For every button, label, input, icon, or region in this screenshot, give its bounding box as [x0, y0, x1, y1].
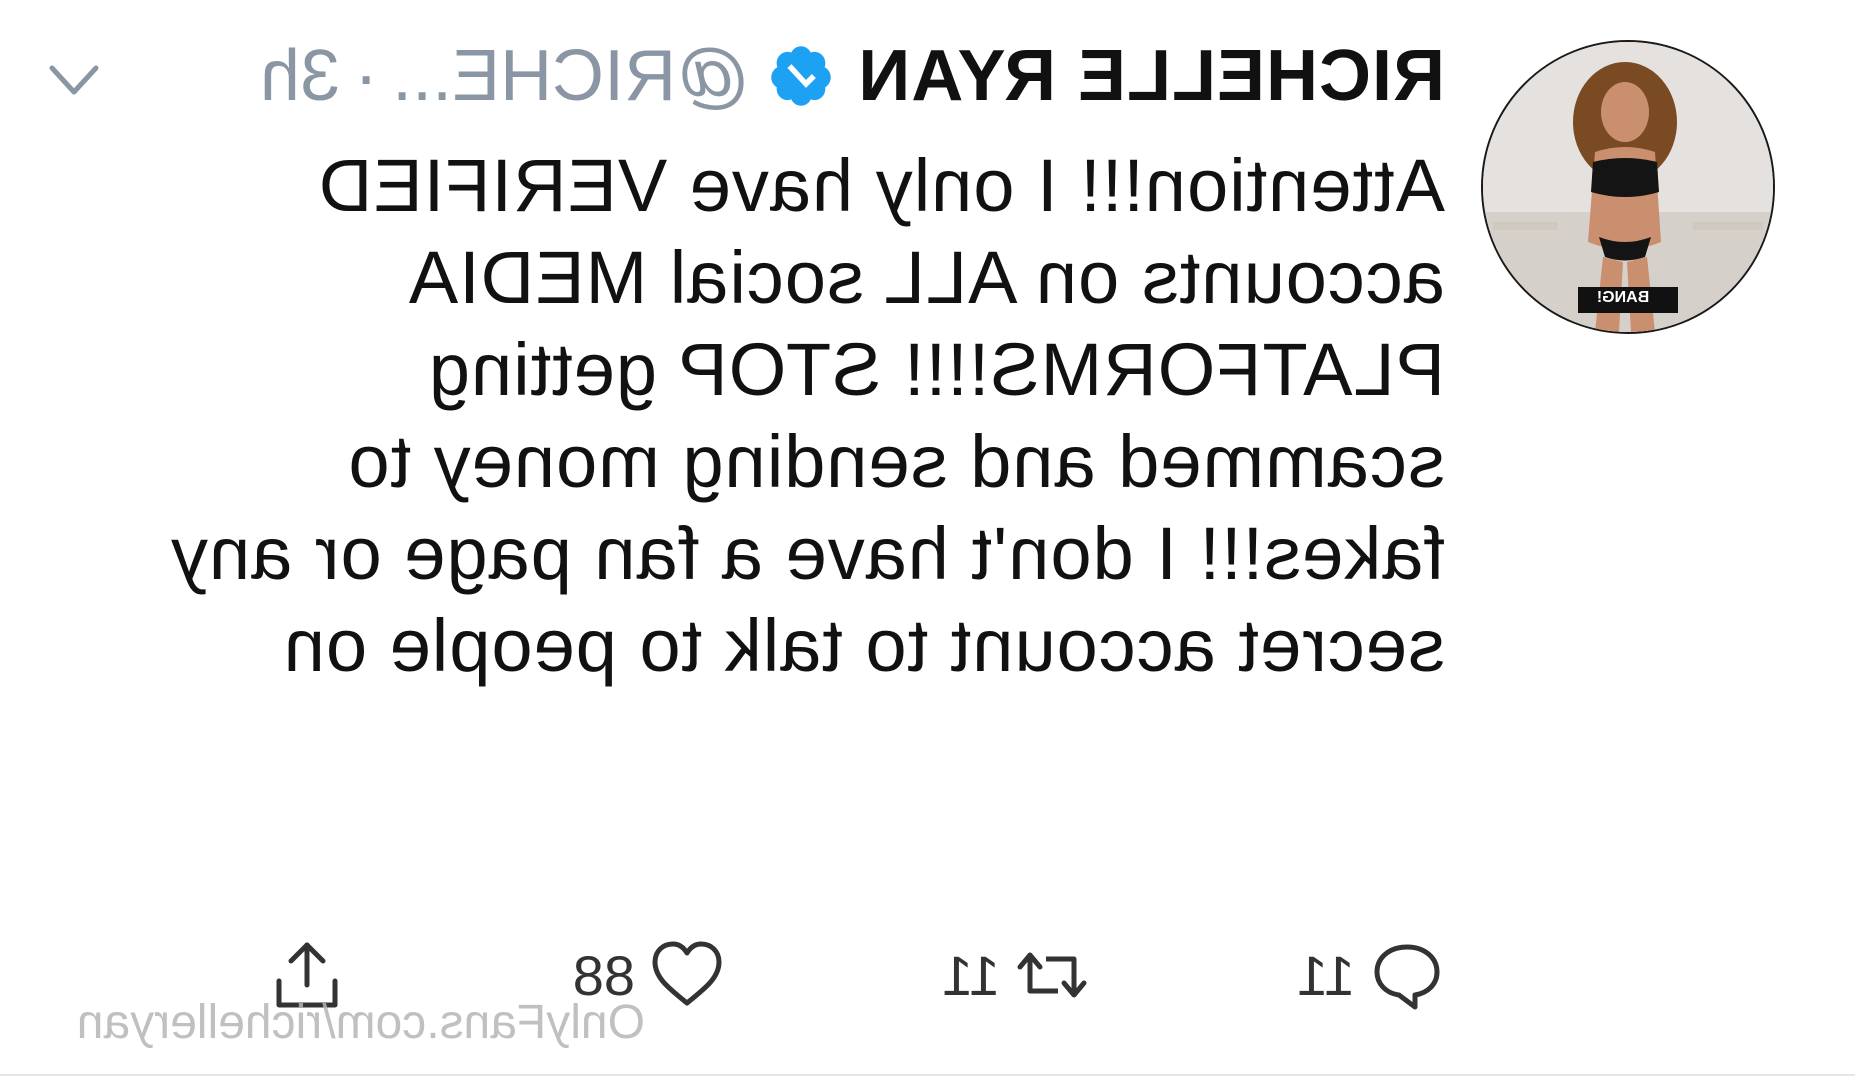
reply-icon: [1369, 937, 1445, 1013]
retweet-icon: [1014, 937, 1090, 1013]
heart-icon: [649, 937, 725, 1013]
tweet-text: Attention!!! I only have VERIFIED accoun…: [148, 144, 1445, 687]
retweet-button[interactable]: 11: [942, 935, 1090, 1015]
meta-separator: ·: [354, 36, 379, 116]
retweet-count: 11: [941, 943, 1000, 1007]
reply-count: 11: [1296, 943, 1355, 1007]
tweet-header: RICHELLE RYAN @RICHE... · 3h: [260, 36, 1445, 116]
mirrored-tweet-card: BANG! RICHELLE RYAN @RICHE... · 3h Atten…: [0, 0, 1855, 1080]
user-handle[interactable]: @RICHE...: [392, 35, 749, 117]
avatar[interactable]: BANG!: [1481, 40, 1775, 334]
display-name[interactable]: RICHELLE RYAN: [857, 35, 1445, 117]
chevron-down-icon[interactable]: [48, 60, 100, 100]
reply-button[interactable]: 11: [1297, 935, 1445, 1015]
watermark: OnlyFans.com/richelleryan: [76, 996, 645, 1049]
verified-badge-icon: [767, 42, 835, 110]
timestamp[interactable]: 3h: [260, 35, 340, 117]
divider: [0, 1074, 1855, 1076]
tweet-screenshot: BANG! RICHELLE RYAN @RICHE... · 3h Atten…: [0, 0, 1855, 1080]
avatar-badge: BANG!: [1596, 289, 1650, 306]
